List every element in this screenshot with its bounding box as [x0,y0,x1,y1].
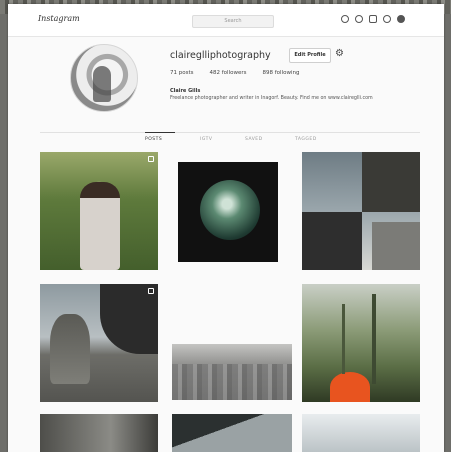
nav-icons [341,15,405,23]
active-tab-indicator [145,132,175,133]
profile-full-name: Claire Gills [170,88,201,94]
photo-tile[interactable] [302,284,420,402]
heart-icon[interactable] [355,15,363,23]
gear-icon[interactable]: ⚙ [335,49,344,59]
top-nav-bar: Instagram Search [8,4,444,37]
instagram-logo[interactable]: Instagram [38,14,80,23]
profile-username: claireglliphotography [170,50,271,61]
photo-tile[interactable] [172,344,292,400]
photo-tile[interactable] [172,414,292,452]
photo-tile[interactable] [40,284,158,402]
tab-saved[interactable]: SAVED [245,137,263,142]
multiple-photos-icon [148,288,154,294]
profile-avatar-icon[interactable] [397,15,405,23]
search-input[interactable]: Search [192,15,274,28]
profile-bio: Freelance photographer and writer in Ina… [170,96,373,101]
tab-posts[interactable]: POSTS [145,137,162,142]
followers-count[interactable]: 482 followers [210,70,247,76]
profile-tabs: POSTS IGTV SAVED TAGGED [40,132,420,147]
profile-picture-figure [93,66,111,102]
photo-tile[interactable] [302,152,420,270]
compass-icon[interactable] [341,15,349,23]
photo-tile[interactable] [178,162,278,262]
messages-icon[interactable] [369,15,377,23]
tab-tagged[interactable]: TAGGED [295,137,317,142]
following-count[interactable]: 898 following [262,70,299,76]
browser-screen: Instagram Search claireglliphotography E… [8,4,444,452]
photo-tile[interactable] [40,152,158,270]
posts-count: 71 posts [170,70,194,76]
profile-stats: 71 posts 482 followers 898 following [170,70,299,76]
activity-icon[interactable] [383,15,391,23]
multiple-photos-icon [148,156,154,162]
photo-tile[interactable] [302,414,420,452]
tab-igtv[interactable]: IGTV [200,137,212,142]
edit-profile-button[interactable]: Edit Profile [289,48,331,63]
photo-tile[interactable] [40,414,158,452]
